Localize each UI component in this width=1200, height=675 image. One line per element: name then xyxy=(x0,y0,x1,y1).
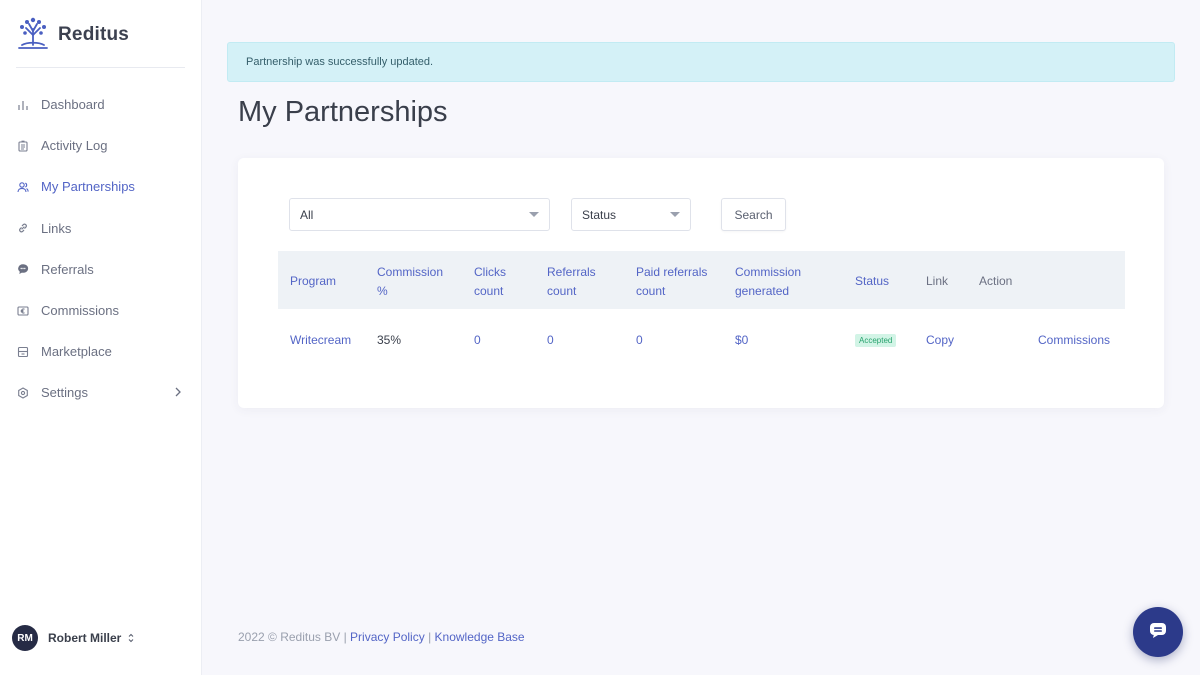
cell-referrals: 0 xyxy=(547,333,554,347)
page-title: My Partnerships xyxy=(238,96,448,128)
sidebar-item-marketplace[interactable]: Marketplace xyxy=(0,331,202,372)
caret-down-icon xyxy=(529,212,539,217)
chat-bubble-icon xyxy=(17,263,29,275)
copy-link-button[interactable]: Copy xyxy=(926,333,954,347)
header-commission-generated[interactable]: Commission generated xyxy=(735,263,801,301)
header-referrals[interactable]: Referrals count xyxy=(547,263,596,301)
sidebar-divider xyxy=(16,67,185,68)
sidebar-item-my-partnerships[interactable]: My Partnerships xyxy=(0,166,202,207)
chevron-updown-icon xyxy=(128,633,134,643)
sidebar-item-links[interactable]: Links xyxy=(0,208,202,249)
user-name: Robert Miller xyxy=(48,631,122,645)
header-clicks-line2: count xyxy=(474,284,504,298)
avatar: RM xyxy=(12,625,38,651)
header-program[interactable]: Program xyxy=(290,272,336,291)
chat-icon xyxy=(1148,620,1168,645)
cell-clicks: 0 xyxy=(474,333,481,347)
search-button[interactable]: Search xyxy=(721,198,786,231)
cell-commission: 35% xyxy=(377,333,402,347)
sidebar-item-label: Dashboard xyxy=(41,97,105,113)
cell-program-link[interactable]: Writecream xyxy=(290,333,351,347)
header-generated-line1: Commission xyxy=(735,265,802,279)
sidebar-item-label: Links xyxy=(41,220,72,236)
header-commission-line2: % xyxy=(377,284,388,298)
commissions-action-link[interactable]: Commissions xyxy=(1038,333,1110,347)
status-badge: Accepted xyxy=(855,334,897,347)
sidebar-item-label: Referrals xyxy=(41,261,94,277)
bar-chart-icon xyxy=(17,99,29,111)
link-icon xyxy=(17,222,29,234)
header-status[interactable]: Status xyxy=(855,272,889,291)
cell-paid-referrals: 0 xyxy=(636,333,643,347)
header-clicks[interactable]: Clicks count xyxy=(474,263,506,301)
status-filter-select[interactable]: Status xyxy=(571,198,691,231)
sidebar-item-settings[interactable]: Settings xyxy=(0,372,202,413)
header-clicks-line1: Clicks xyxy=(474,265,506,279)
sidebar-item-dashboard[interactable]: Dashboard xyxy=(0,84,202,125)
sidebar-item-commissions[interactable]: Commissions xyxy=(0,290,202,331)
program-filter-select[interactable]: All xyxy=(289,198,550,231)
status-filter-value: Status xyxy=(582,208,617,222)
footer: 2022 © Reditus BV | Privacy Policy | Kno… xyxy=(238,630,525,644)
success-alert: Partnership was successfully updated. xyxy=(227,42,1175,82)
partnerships-card: All Status Search Program Commission % C… xyxy=(238,158,1164,408)
tree-logo-icon xyxy=(16,15,50,54)
knowledge-base-link[interactable]: Knowledge Base xyxy=(435,630,525,644)
gear-icon xyxy=(17,387,29,399)
header-paid-line2: count xyxy=(636,284,666,298)
privacy-policy-link[interactable]: Privacy Policy xyxy=(350,630,425,644)
user-menu[interactable]: RM Robert Miller xyxy=(12,625,135,651)
caret-down-icon xyxy=(670,212,680,217)
sidebar: Reditus Dashboard Activity Log My Partne… xyxy=(0,0,202,675)
euro-icon xyxy=(17,305,29,317)
sidebar-item-label: Settings xyxy=(41,385,88,401)
footer-separator: | xyxy=(428,630,432,644)
sidebar-item-label: Activity Log xyxy=(41,138,108,154)
chat-launcher-button[interactable] xyxy=(1133,607,1183,657)
clipboard-icon xyxy=(17,140,29,152)
sidebar-item-activity-log[interactable]: Activity Log xyxy=(0,125,202,166)
header-commission-line1: Commission xyxy=(377,265,444,279)
header-generated-line2: generated xyxy=(735,284,790,298)
footer-copyright: 2022 © Reditus BV | xyxy=(238,630,347,644)
header-link: Link xyxy=(926,274,949,288)
sidebar-item-referrals[interactable]: Referrals xyxy=(0,249,202,290)
cell-commission-generated: $0 xyxy=(735,333,749,347)
sidebar-item-label: Commissions xyxy=(41,303,120,319)
header-commission[interactable]: Commission % xyxy=(377,263,443,301)
program-filter-value: All xyxy=(300,208,314,222)
header-referrals-line2: count xyxy=(547,284,577,298)
header-paid-line1: Paid referrals xyxy=(636,265,708,279)
store-icon xyxy=(17,346,29,358)
table-header: Program Commission % Clicks count Referr… xyxy=(278,251,1125,309)
brand-name: Reditus xyxy=(58,23,130,45)
header-referrals-line1: Referrals xyxy=(547,265,596,279)
header-action: Action xyxy=(979,274,1013,288)
header-paid-referrals[interactable]: Paid referrals count xyxy=(636,263,707,301)
sidebar-item-label: Marketplace xyxy=(41,344,112,360)
sidebar-item-label: My Partnerships xyxy=(41,179,135,195)
brand[interactable]: Reditus xyxy=(16,15,129,54)
chevron-right-icon xyxy=(175,387,181,397)
sidebar-nav: Dashboard Activity Log My Partnerships L… xyxy=(0,84,202,414)
users-icon xyxy=(17,181,29,193)
